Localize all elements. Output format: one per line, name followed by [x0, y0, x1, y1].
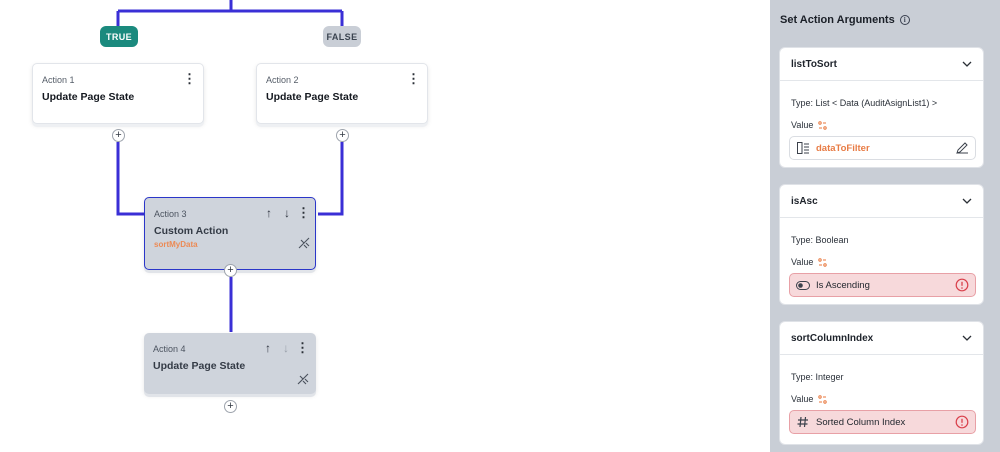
action-3-menu-icon[interactable]: ⋮: [297, 206, 310, 220]
argument-card-listToSort: listToSort Type: List < Data (AuditAsign…: [779, 47, 984, 168]
toggle-icon: [796, 278, 810, 292]
chevron-down-icon[interactable]: [961, 332, 973, 344]
action-1-title: Update Page State: [42, 91, 135, 103]
action-4-node[interactable]: Action 4 Update Page State ↑ ↓ ⋮: [144, 333, 316, 394]
argument-type: Type: Integer: [791, 372, 844, 382]
chevron-down-icon[interactable]: [961, 58, 973, 70]
argument-name: sortColumnIndex: [791, 333, 874, 344]
argument-header[interactable]: isAsc: [780, 185, 983, 218]
add-after-action-1-button[interactable]: +: [112, 129, 125, 142]
argument-name: isAsc: [791, 196, 818, 207]
value-label: Value: [791, 257, 814, 267]
value-field-listToSort[interactable]: dataToFilter: [789, 136, 976, 160]
action-1-menu-icon[interactable]: ⋮: [183, 72, 196, 86]
move-down-icon[interactable]: ↓: [281, 207, 293, 219]
edit-pencil-icon[interactable]: [955, 141, 969, 155]
value-label: Value: [791, 394, 814, 404]
action-4-menu-icon[interactable]: ⋮: [296, 341, 309, 355]
move-down-icon: ↓: [283, 341, 289, 355]
action-4-label: Action 4: [153, 344, 186, 354]
value-label-row: Value: [791, 120, 828, 130]
value-label-row: Value: [791, 394, 828, 404]
true-branch-badge[interactable]: TRUE: [100, 26, 138, 47]
add-after-action-3-button[interactable]: +: [224, 264, 237, 277]
value-text: Is Ascending: [816, 279, 870, 291]
argument-card-sortColumnIndex: sortColumnIndex Type: Integer Value Sort…: [779, 321, 984, 445]
action-3-node[interactable]: Action 3 Custom Action sortMyData ↑ ↓ ⋮: [144, 197, 316, 270]
action-1-node[interactable]: Action 1 Update Page State ⋮: [32, 63, 204, 124]
action-3-title: Custom Action: [154, 225, 229, 237]
false-branch-badge[interactable]: FALSE: [323, 26, 361, 47]
document-list-icon: [796, 141, 810, 155]
error-icon: [955, 278, 969, 292]
action-2-menu-icon[interactable]: ⋮: [407, 72, 420, 86]
disconnect-icon[interactable]: [298, 237, 310, 249]
argument-type: Type: List < Data (AuditAsignList1) >: [791, 98, 938, 108]
action-4-title: Update Page State: [153, 360, 246, 372]
panel-title-row: Set Action Arguments i: [780, 14, 910, 26]
move-up-icon[interactable]: ↑: [263, 207, 275, 219]
hash-icon: [796, 415, 810, 429]
variable-source-icon[interactable]: [818, 257, 828, 267]
argument-header[interactable]: listToSort: [780, 48, 983, 81]
action-2-title: Update Page State: [266, 91, 359, 103]
variable-source-icon[interactable]: [818, 394, 828, 404]
action-arguments-panel: Set Action Arguments i listToSort Type: …: [770, 0, 1000, 452]
value-text: Sorted Column Index: [816, 416, 906, 428]
value-label: Value: [791, 120, 814, 130]
panel-title: Set Action Arguments: [780, 14, 895, 26]
value-field-sortColumnIndex[interactable]: Sorted Column Index: [789, 410, 976, 434]
variable-source-icon[interactable]: [818, 120, 828, 130]
info-icon[interactable]: i: [899, 15, 910, 25]
action-3-subtitle: sortMyData: [154, 240, 198, 249]
value-text: dataToFilter: [816, 142, 870, 154]
argument-header[interactable]: sortColumnIndex: [780, 322, 983, 355]
action-2-node[interactable]: Action 2 Update Page State ⋮: [256, 63, 428, 124]
action-1-label: Action 1: [42, 75, 75, 85]
argument-name: listToSort: [791, 59, 837, 70]
argument-type: Type: Boolean: [791, 235, 849, 245]
connector-action2-to-action3: [318, 142, 344, 216]
value-label-row: Value: [791, 257, 828, 267]
connector-action1-to-action3: [116, 142, 144, 216]
disconnect-icon[interactable]: [297, 373, 309, 385]
move-up-icon[interactable]: ↑: [262, 342, 274, 354]
add-after-action-2-button[interactable]: +: [336, 129, 349, 142]
action-3-label: Action 3: [154, 209, 187, 219]
value-field-isAsc[interactable]: Is Ascending: [789, 273, 976, 297]
add-after-action-4-button[interactable]: +: [224, 400, 237, 413]
argument-card-isAsc: isAsc Type: Boolean Value Is Ascending: [779, 184, 984, 305]
chevron-down-icon[interactable]: [961, 195, 973, 207]
error-icon: [955, 415, 969, 429]
action-2-label: Action 2: [266, 75, 299, 85]
flow-canvas[interactable]: TRUE FALSE Action 1 Update Page State ⋮ …: [0, 0, 770, 452]
